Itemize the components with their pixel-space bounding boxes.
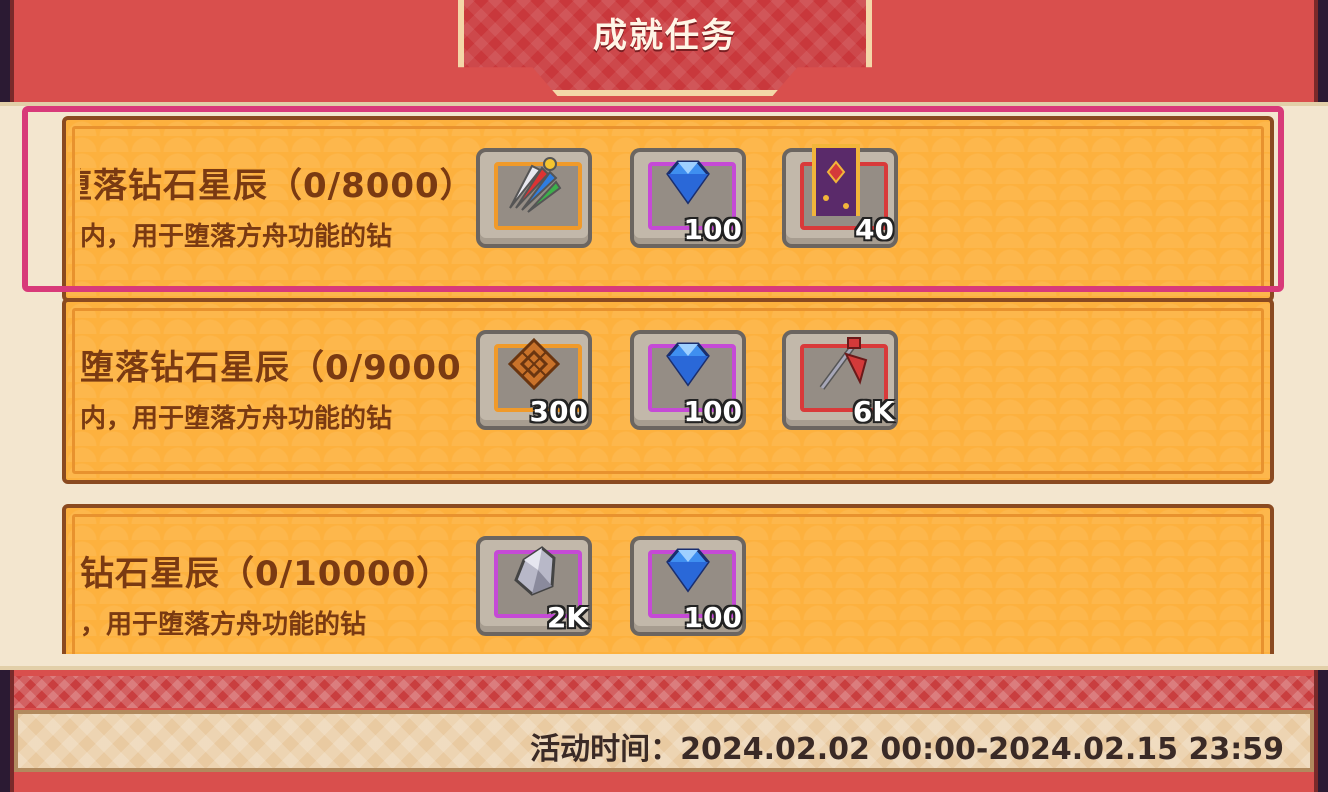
task-description: ，用于堕落方舟功能的钻 (80, 610, 367, 640)
task-title: 堕落钻石星辰（0/9000 (80, 348, 462, 388)
reward-count: 100 (683, 601, 742, 634)
task-description: 内，用于堕落方舟功能的钻 (80, 222, 393, 252)
activity-time: 活动时间：2024.02.02 00:00-2024.02.15 23:59 (530, 732, 1284, 767)
silver-ore-icon (514, 546, 556, 596)
reward-count: 100 (683, 395, 742, 428)
activity-time-bar: 活动时间：2024.02.02 00:00-2024.02.15 23:59 (14, 710, 1314, 772)
reward-slot[interactable]: 40 (782, 144, 898, 248)
feather-bundle-icon (509, 157, 562, 213)
reward-slot[interactable]: 100 (630, 536, 746, 636)
task-title: 堕落钻石星辰（0/8000） (80, 166, 472, 206)
blue-diamond-icon (666, 160, 710, 205)
reward-count: 40 (855, 213, 894, 246)
blue-diamond-icon (666, 342, 710, 387)
card-pack-icon (812, 144, 860, 216)
task-list[interactable]: 堕落钻石星辰（0/8000） 内，用于堕落方舟功能的钻 100 40 堕落钻石星… (22, 106, 1284, 654)
task-card-2[interactable]: 堕落钻石星辰（0/9000 内，用于堕落方舟功能的钻 300 100 6K (62, 298, 1274, 484)
task-title: 钻石星辰（0/10000） (80, 554, 452, 594)
reward-count: 100 (683, 213, 742, 246)
wooden-lattice-icon (507, 337, 561, 391)
task-description: 内，用于堕落方舟功能的钻 (80, 404, 393, 434)
blue-diamond-icon (666, 548, 710, 593)
red-flag-icon (819, 337, 868, 390)
reward-slot[interactable]: 300 (476, 330, 592, 430)
reward-count: 300 (529, 395, 588, 428)
popup-title: 成就任务 (593, 16, 737, 56)
reward-count: 2K (546, 601, 588, 634)
reward-slot[interactable] (476, 148, 592, 248)
task-card-3[interactable]: 钻石星辰（0/10000） ，用于堕落方舟功能的钻 2K 100 (62, 504, 1274, 654)
reward-slot[interactable]: 100 (630, 330, 746, 430)
task-card-1[interactable]: 堕落钻石星辰（0/8000） 内，用于堕落方舟功能的钻 100 40 (62, 116, 1274, 302)
reward-slot[interactable]: 100 (630, 148, 746, 248)
reward-slot[interactable]: 6K (782, 330, 898, 430)
reward-count: 6K (852, 395, 894, 428)
reward-slot[interactable]: 2K (476, 536, 592, 636)
decorative-band (14, 676, 1314, 708)
